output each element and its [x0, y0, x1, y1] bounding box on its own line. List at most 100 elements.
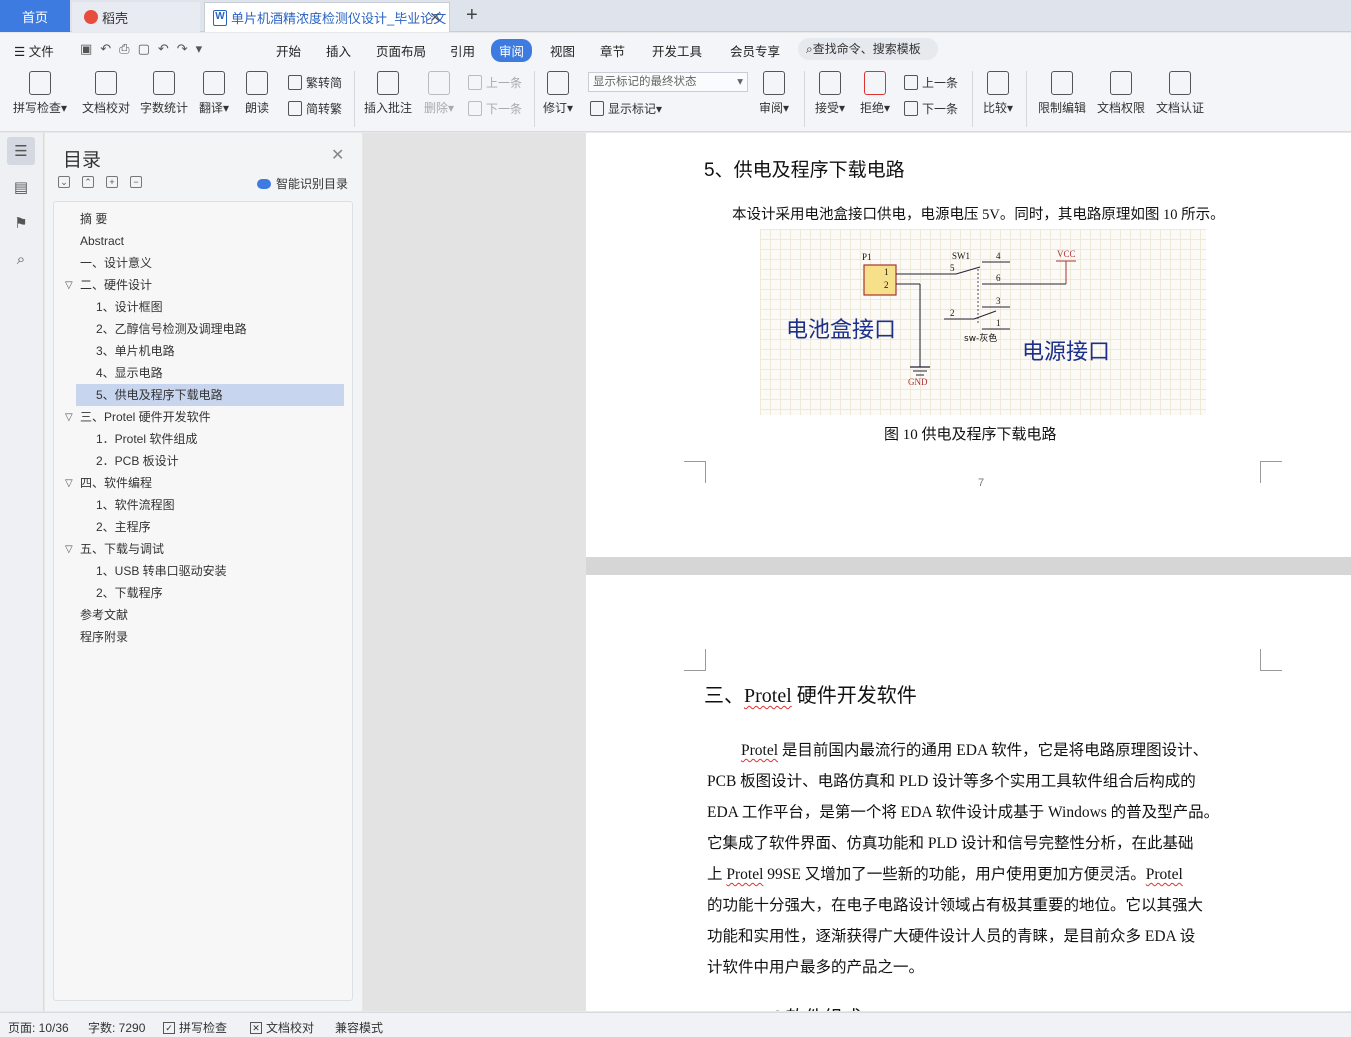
page-indicator[interactable]: 页面: 10/36	[8, 1019, 69, 1036]
page-7[interactable]: 5、供电及程序下载电路 本设计采用电池盒接口供电，电源电压 5V。同时，其电路原…	[586, 133, 1351, 557]
quick-access-toolbar[interactable]: ▣↶⎙▢↶↷▾	[80, 41, 210, 57]
menu-devtools[interactable]: 开发工具	[652, 41, 702, 60]
reject-button[interactable]: 拒绝▾	[857, 71, 893, 116]
svg-text:2: 2	[950, 308, 955, 318]
collapse-all-icon[interactable]: ⌄	[58, 176, 70, 188]
proofread-label: 文档校对	[81, 101, 130, 115]
delete-comment-button[interactable]: 删除▾	[422, 71, 456, 116]
toc-item[interactable]: 2．PCB 板设计	[96, 450, 179, 472]
next-change-button[interactable]: 下一条	[904, 100, 958, 117]
spell-check-icon	[29, 71, 51, 95]
proofread-button[interactable]: 文档校对	[78, 71, 134, 116]
prev-change-button[interactable]: 上一条	[904, 74, 958, 91]
toc-item[interactable]: 2、下载程序	[96, 582, 163, 604]
toc-item[interactable]: 一、设计意义	[80, 252, 152, 274]
find-icon[interactable]: ⌕	[7, 245, 35, 273]
tab-document[interactable]: W 单片机酒精浓度检测仪设计_毕业论文 ✕	[204, 2, 450, 32]
doc-certify-label: 文档认证	[1155, 101, 1204, 115]
toc-item[interactable]: 4、显示电路	[96, 362, 163, 384]
menu-insert[interactable]: 插入	[326, 41, 351, 60]
toc-item[interactable]: 程序附录	[80, 626, 128, 648]
toc-item[interactable]: 摘 要	[80, 208, 107, 230]
close-icon[interactable]: ✕	[331, 145, 344, 165]
heading-prefix: 三、	[704, 685, 744, 707]
menu-chapter[interactable]: 章节	[600, 41, 625, 60]
add-heading-icon[interactable]: +	[106, 176, 118, 188]
tab-home[interactable]: 首页	[0, 0, 70, 32]
next-comment-icon	[468, 101, 482, 116]
simp-to-trad-button[interactable]: 简转繁	[288, 100, 342, 117]
toc-item[interactable]: 三、Protel 硬件开发软件	[80, 406, 211, 428]
show-markup-icon	[590, 101, 604, 116]
trad-to-simp-button[interactable]: 繁转简	[288, 74, 342, 91]
command-search[interactable]: ⌕查找命令、搜索模板	[798, 38, 938, 60]
doc-certify-icon	[1169, 71, 1191, 95]
restrict-editing-label: 限制编辑	[1037, 101, 1086, 115]
accept-button[interactable]: 接受▾	[812, 71, 848, 116]
new-tab-button[interactable]: +	[466, 4, 478, 27]
word-count-indicator[interactable]: 字数: 7290	[88, 1019, 145, 1036]
toc-item[interactable]: 2、主程序	[96, 516, 151, 538]
toc-item-selected[interactable]: 5、供电及程序下载电路	[76, 384, 344, 406]
close-tab-icon[interactable]: ✕	[429, 9, 441, 26]
spell-check-button[interactable]: 拼写检查▾	[10, 71, 70, 116]
status-spell-check[interactable]: ✓ 拼写检查	[163, 1019, 227, 1036]
doc-permission-button[interactable]: 文档权限	[1095, 71, 1147, 116]
read-aloud-label: 朗读	[244, 101, 269, 115]
menu-layout[interactable]: 页面布局	[376, 41, 426, 60]
svg-text:4: 4	[996, 251, 1001, 261]
chevron-down-icon[interactable]: ▽	[65, 280, 73, 291]
translate-button[interactable]: 翻译▾	[196, 71, 232, 116]
markup-state-select[interactable]: 显示标记的最终状态	[588, 72, 748, 92]
doc-permission-icon	[1110, 71, 1132, 95]
expand-level-icon[interactable]: ⌃	[82, 176, 94, 188]
next-change-label: 下一条	[922, 102, 959, 116]
toc-item[interactable]: 1、设计框图	[96, 296, 163, 318]
word-count-button[interactable]: 字数统计	[138, 71, 190, 116]
show-markup-button[interactable]: 显示标记 ▾	[590, 100, 662, 117]
chevron-down-icon[interactable]: ▽	[65, 412, 73, 423]
menu-reference[interactable]: 引用	[450, 41, 475, 60]
smart-toc-button[interactable]: 智能识别目录	[257, 175, 348, 192]
menu-start[interactable]: 开始	[276, 41, 301, 60]
bookmark-icon[interactable]: ⚑	[7, 209, 35, 237]
toc-item[interactable]: 1、USB 转串口驱动安装	[96, 560, 227, 582]
toc-item[interactable]: 3、单片机电路	[96, 340, 175, 362]
tab-document-label: 单片机酒精浓度检测仪设计_毕业论文	[231, 11, 447, 26]
read-aloud-button[interactable]: 朗读	[242, 71, 272, 116]
read-aloud-icon	[246, 71, 268, 95]
toc-item[interactable]: 1．Protel 软件组成	[96, 428, 197, 450]
doc-permission-label: 文档权限	[1096, 101, 1145, 115]
track-changes-button[interactable]: 修订▾	[540, 71, 576, 116]
chevron-down-icon[interactable]: ▽	[65, 478, 73, 489]
menu-member[interactable]: 会员专享	[730, 41, 780, 60]
toc-item[interactable]: 四、软件编程	[80, 472, 152, 494]
toc-item[interactable]: 五、下载与调试	[80, 538, 164, 560]
toc-item[interactable]: 二、硬件设计	[80, 274, 152, 296]
remove-heading-icon[interactable]: −	[130, 176, 142, 188]
restrict-editing-button[interactable]: 限制编辑	[1036, 71, 1088, 116]
proofread-icon	[95, 71, 117, 95]
doc-certify-button[interactable]: 文档认证	[1154, 71, 1206, 116]
menu-review[interactable]: 审阅	[491, 39, 533, 62]
toc-panel-icon[interactable]: ☰	[7, 137, 35, 165]
prev-comment-button[interactable]: 上一条	[468, 74, 522, 91]
review-pane-button[interactable]: 审阅▾	[756, 71, 792, 116]
document-canvas[interactable]: 5、供电及程序下载电路 本设计采用电池盒接口供电，电源电压 5V。同时，其电路原…	[363, 133, 1351, 1011]
chevron-down-icon[interactable]: ▽	[65, 544, 73, 555]
chapter-nav-icon[interactable]: ▤	[7, 173, 35, 201]
compare-button[interactable]: 比较▾	[980, 71, 1016, 116]
restrict-editing-icon	[1051, 71, 1073, 95]
tab-daoke[interactable]: 稻壳	[72, 2, 200, 32]
toc-item[interactable]: 参考文献	[80, 604, 128, 626]
insert-comment-button[interactable]: 插入批注	[362, 71, 414, 116]
toc-item[interactable]: 1、软件流程图	[96, 494, 175, 516]
page-8[interactable]: 三、Protel 硬件开发软件 Protel 是目前国内最流行的通用 EDA 软…	[586, 575, 1351, 1011]
toc-item[interactable]: Abstract	[80, 230, 124, 252]
status-proofread[interactable]: ✕ 文档校对	[250, 1019, 314, 1036]
menu-view[interactable]: 视图	[550, 41, 575, 60]
file-menu[interactable]: ☰ 文件	[14, 41, 54, 60]
next-comment-button[interactable]: 下一条	[468, 100, 522, 117]
toc-item[interactable]: 2、乙醇信号检测及调理电路	[96, 318, 247, 340]
writer-doc-icon: W	[213, 9, 227, 26]
